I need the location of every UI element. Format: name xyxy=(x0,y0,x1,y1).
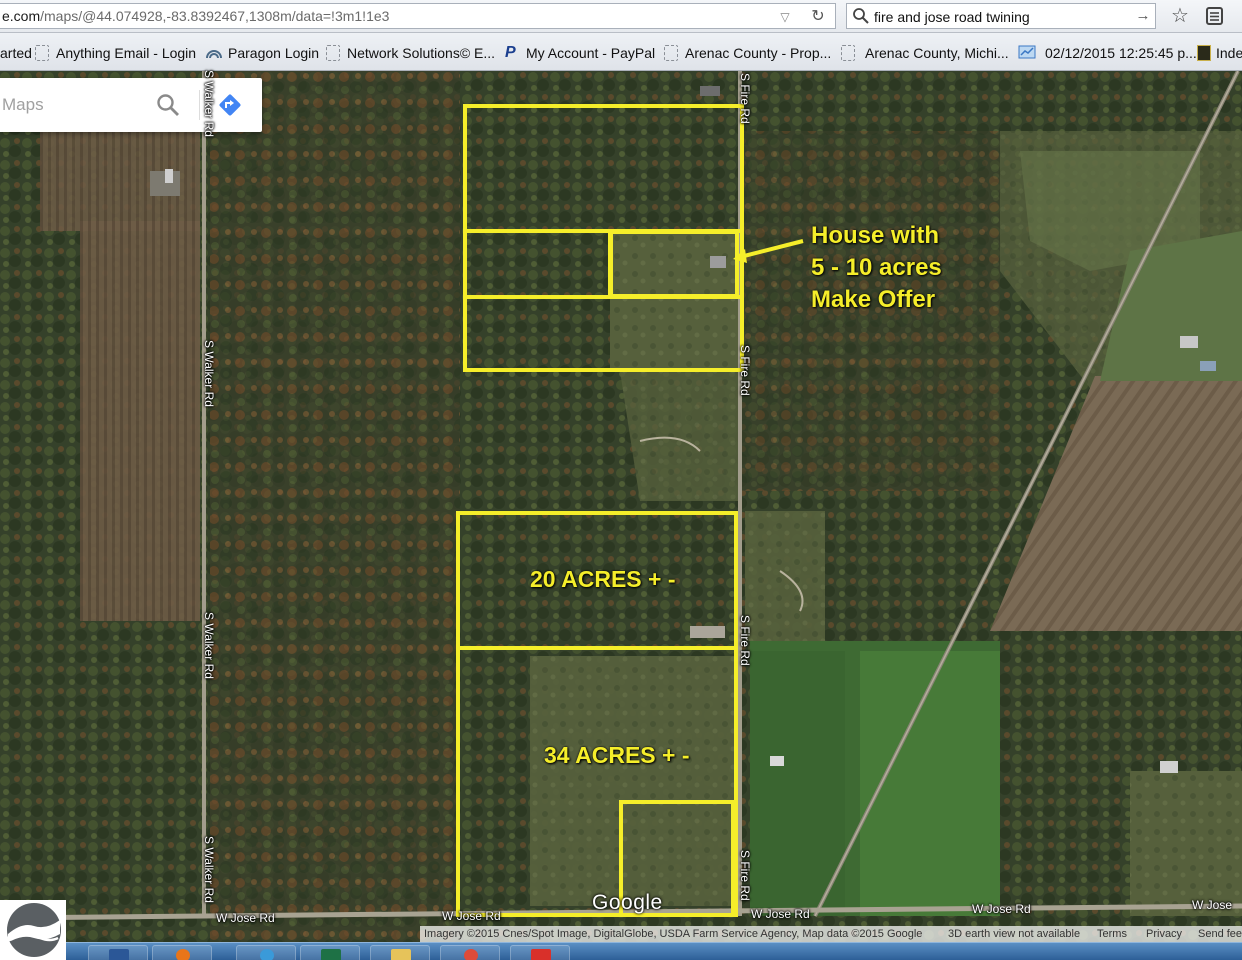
maps-search-card[interactable]: Maps xyxy=(0,78,262,132)
page-icon xyxy=(841,45,855,61)
parcel-34-label: 34 ACRES + - xyxy=(544,742,690,768)
bookmarks-bar: arted Anything Email - Login Paragon Log… xyxy=(0,33,1242,71)
paragon-icon xyxy=(206,50,222,59)
map-attribution: Imagery ©2015 Cnes/Spot Image, DigitalGl… xyxy=(420,926,1242,942)
house-annotation-line: Make Offer xyxy=(811,286,936,313)
media-icon xyxy=(176,949,190,960)
report-icon xyxy=(1018,45,1036,59)
windows-taskbar xyxy=(0,942,1242,960)
road-label: S Walker Rd xyxy=(202,612,216,679)
feedback-link[interactable]: Send fee xyxy=(1198,928,1242,940)
browser-address-bar: e.com/maps/@44.074928,-83.8392467,1308m/… xyxy=(0,0,1242,33)
satellite-map[interactable] xyxy=(0,71,1242,942)
search-query-text: fire and jose road twining xyxy=(874,9,1030,25)
road-label: W Jose Rd xyxy=(972,902,1031,916)
house-annotation-line: 5 - 10 acres xyxy=(811,254,942,281)
url-path: /maps/@44.074928,-83.8392467,1308m/data=… xyxy=(40,8,390,24)
bookmark-label: Paragon Login xyxy=(228,45,320,61)
road-label: S Fire Rd xyxy=(738,345,752,396)
bookmark-label: Network Solutions© E... xyxy=(347,45,496,61)
chrome-icon xyxy=(464,949,478,960)
maps-search-placeholder[interactable]: Maps xyxy=(2,95,44,115)
terms-link[interactable]: Terms xyxy=(1097,928,1127,940)
chevron-down-icon[interactable]: ▽ xyxy=(774,6,796,28)
realtor-logo xyxy=(0,900,66,960)
arrow-right-icon[interactable]: → xyxy=(1133,5,1153,27)
taskbar-ie[interactable] xyxy=(236,945,296,960)
road-label: W Jose Rd xyxy=(216,911,275,925)
paypal-icon: P xyxy=(505,44,516,61)
road-label: S Fire Rd xyxy=(738,850,752,901)
taskbar-explorer[interactable] xyxy=(370,945,430,960)
bookmark-arenac-property[interactable]: Arenac County - Prop... xyxy=(664,44,831,62)
earth-view-notice: 3D earth view not available xyxy=(948,928,1081,940)
divider xyxy=(199,90,200,120)
bookmark-label: Arenac County - Prop... xyxy=(685,45,832,61)
url-host: e.com xyxy=(2,8,41,24)
word-icon xyxy=(109,949,129,960)
bookmark-label: My Account - PayPal xyxy=(526,45,656,61)
road-label: S Walker Rd xyxy=(202,70,216,137)
taskbar-media[interactable] xyxy=(152,945,212,960)
bookmark-paragon[interactable]: Paragon Login xyxy=(205,44,319,62)
directions-icon[interactable] xyxy=(217,92,243,118)
bookmark-label: Inde xyxy=(1216,45,1242,61)
page-icon xyxy=(35,45,49,61)
road-label: S Fire Rd xyxy=(738,73,752,124)
bookmark-label: arted xyxy=(0,45,32,61)
url-field[interactable]: e.com/maps/@44.074928,-83.8392467,1308m/… xyxy=(0,3,836,29)
taskbar-word[interactable] xyxy=(88,945,148,960)
house-annotation: House with 5 - 10 acres Make Offer xyxy=(811,220,942,316)
acrobat-icon xyxy=(531,949,551,960)
excel-icon xyxy=(321,949,341,960)
taskbar-acrobat[interactable] xyxy=(510,945,570,960)
taskbar-chrome[interactable] xyxy=(440,945,500,960)
star-icon[interactable]: ☆ xyxy=(1168,4,1192,28)
search-icon[interactable] xyxy=(155,92,181,118)
reading-list-icon[interactable] xyxy=(1204,5,1226,27)
bookmark-label: Anything Email - Login xyxy=(56,45,197,61)
taskbar-excel[interactable] xyxy=(300,945,360,960)
ie-icon xyxy=(260,949,274,960)
house-annotation-line: House with xyxy=(811,222,940,249)
road-label: S Fire Rd xyxy=(738,615,752,666)
road-label: W Jose Rd xyxy=(751,907,810,921)
google-logo: Google xyxy=(592,891,663,914)
refresh-icon[interactable]: ↻ xyxy=(806,6,830,28)
index-icon xyxy=(1197,45,1211,61)
bookmark-label: 02/12/2015 12:25:45 p... xyxy=(1045,45,1197,61)
bookmark-network-solutions[interactable]: Network Solutions© E... xyxy=(326,44,495,62)
satellite-imagery xyxy=(0,71,1242,942)
road-label: S Walker Rd xyxy=(202,836,216,903)
privacy-link[interactable]: Privacy xyxy=(1146,928,1182,940)
road-label: S Walker Rd xyxy=(202,340,216,407)
bookmark-arenac-county[interactable]: Arenac County, Michi... xyxy=(841,44,1009,62)
parcel-20-label: 20 ACRES + - xyxy=(530,566,676,592)
search-input[interactable]: fire and jose road twining → xyxy=(846,3,1156,29)
bookmark-label: Arenac County, Michi... xyxy=(865,45,1009,61)
bookmark-report[interactable]: 02/12/2015 12:25:45 p... xyxy=(1018,44,1197,62)
page-icon xyxy=(664,45,678,61)
folder-icon xyxy=(391,949,411,960)
bookmark-anything-email[interactable]: Anything Email - Login xyxy=(35,44,196,62)
road-label: W Jose Rd xyxy=(442,909,501,923)
url-text: e.com/maps/@44.074928,-83.8392467,1308m/… xyxy=(2,8,389,24)
imagery-credit: Imagery ©2015 Cnes/Spot Image, DigitalGl… xyxy=(424,928,923,940)
road-label: W Jose xyxy=(1192,898,1233,912)
bookmark-paypal[interactable]: P My Account - PayPal xyxy=(505,44,655,62)
page-icon xyxy=(326,45,340,61)
search-icon xyxy=(852,7,870,25)
bookmark-getting-started[interactable]: arted xyxy=(0,44,32,62)
bookmark-index[interactable]: Inde xyxy=(1197,44,1242,62)
